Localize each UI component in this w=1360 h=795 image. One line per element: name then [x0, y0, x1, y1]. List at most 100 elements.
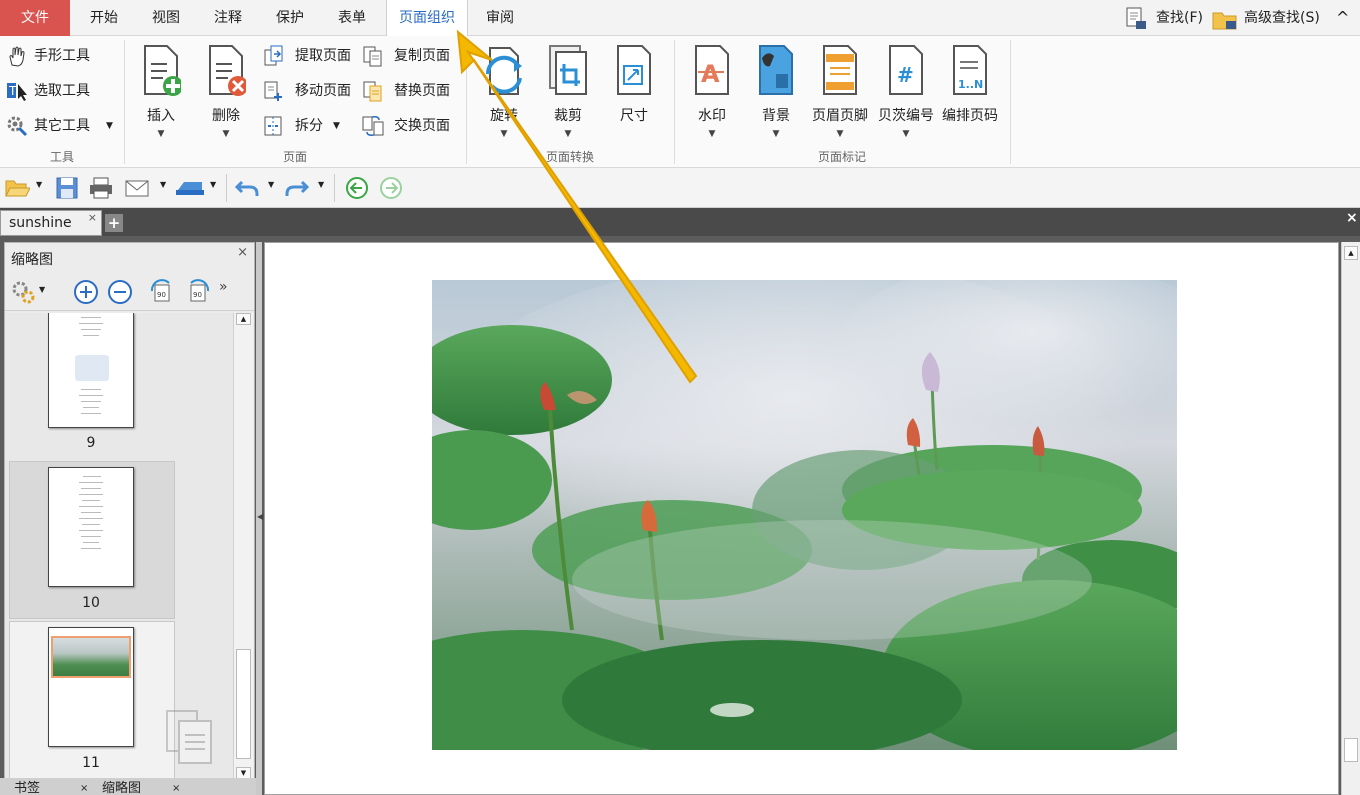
tab-comment[interactable]: 注释: [200, 0, 256, 36]
group-divider: [124, 40, 125, 164]
page-number-button[interactable]: 1..N 编排页码: [940, 44, 1000, 148]
page-number-icon-text: 1..N: [958, 78, 983, 91]
tab-review[interactable]: 审阅: [474, 0, 526, 36]
svg-text:A: A: [701, 60, 720, 88]
group-divider: [466, 40, 467, 164]
more-options-icon[interactable]: »: [219, 279, 228, 295]
delete-page-button[interactable]: 删除 ▼: [196, 44, 256, 148]
thumbnail-page-10[interactable]: [48, 467, 134, 587]
thumbnail-page-11[interactable]: [48, 627, 134, 747]
document-tab[interactable]: sunshine ×: [0, 210, 102, 236]
page-number-icon: 1..N: [953, 45, 987, 95]
delete-page-icon: [209, 45, 246, 96]
background-icon: [759, 45, 793, 95]
previous-view-icon[interactable]: [344, 176, 370, 200]
tab-protect[interactable]: 保护: [262, 0, 318, 36]
advanced-find-button[interactable]: 高级查找(S): [1244, 0, 1320, 36]
close-bookmarks-icon[interactable]: ×: [80, 778, 88, 795]
dropdown-arrow-icon[interactable]: ▼: [318, 180, 324, 189]
select-tool-label: 选取工具: [34, 83, 90, 99]
drag-copy-icon: [166, 710, 212, 764]
tab-file[interactable]: 文件: [0, 0, 70, 36]
find-button[interactable]: 查找(F): [1156, 0, 1203, 36]
scroll-thumb[interactable]: [236, 649, 251, 759]
close-panel-icon[interactable]: ×: [237, 245, 248, 260]
thumbnail-page-number: 11: [82, 755, 100, 771]
print-icon[interactable]: [88, 176, 114, 200]
bookmarks-tab[interactable]: 书签: [14, 778, 40, 795]
dropdown-arrow-icon[interactable]: ▼: [210, 180, 216, 189]
open-folder-icon[interactable]: [4, 176, 30, 200]
split-label: 拆分: [295, 118, 323, 134]
close-thumbnails-icon[interactable]: ×: [172, 778, 180, 795]
size-button[interactable]: 尺寸: [604, 44, 664, 148]
dropdown-arrow-icon: ▼: [106, 121, 113, 131]
background-button[interactable]: 背景 ▼: [746, 44, 806, 148]
mark-group-label: 页面标记: [817, 150, 866, 164]
panel-bottom-tabs: 书签 × 缩略图 ×: [0, 778, 260, 795]
close-document-icon[interactable]: ×: [1346, 210, 1360, 234]
tab-home[interactable]: 开始: [76, 0, 132, 36]
next-view-icon[interactable]: [378, 176, 404, 200]
page-group-label: 页面: [282, 150, 307, 164]
document-scrollbar[interactable]: ▲: [1341, 242, 1360, 795]
email-icon[interactable]: [124, 176, 150, 200]
scroll-thumb[interactable]: [1344, 738, 1358, 762]
rotate-right-icon[interactable]: 90: [185, 279, 211, 305]
transform-group-label: 页面转换: [545, 150, 594, 164]
panel-splitter[interactable]: ◀: [256, 242, 263, 795]
thumbnail-scrollbar[interactable]: ▲ ▼: [233, 313, 253, 779]
tools-group-label: 工具: [49, 150, 74, 164]
thumbnails-tab[interactable]: 缩略图: [102, 778, 141, 795]
watermark-button[interactable]: A 水印 ▼: [682, 44, 742, 148]
rotate-button[interactable]: 旋转 ▼: [474, 44, 534, 148]
extract-page-icon: [264, 45, 283, 66]
collapse-panel-icon[interactable]: ◀: [257, 512, 263, 521]
bates-number-button[interactable]: # 贝茨编号 ▼: [876, 44, 936, 148]
dropdown-arrow-icon[interactable]: ▼: [39, 285, 45, 294]
undo-icon[interactable]: [234, 176, 260, 200]
zoom-out-icon[interactable]: [107, 279, 133, 305]
page-number-label: 编排页码: [942, 108, 998, 124]
dropdown-arrow-icon: ▼: [902, 129, 910, 139]
dropdown-arrow-icon: ▼: [564, 129, 572, 139]
thumbnail-options-icon[interactable]: [11, 279, 37, 305]
replace-page-icon: [363, 81, 382, 102]
advanced-find-icon[interactable]: [1212, 7, 1240, 31]
watermark-icon: A: [695, 45, 729, 95]
dropdown-arrow-icon: ▼: [500, 129, 508, 139]
collapse-ribbon-button[interactable]: ^: [1336, 0, 1349, 36]
scan-icon[interactable]: [174, 176, 206, 200]
thumbnail-panel: 缩略图 × ▼ 90 90 » 9 10 11 ▲ ▼: [4, 242, 255, 795]
swap-page-label: 交换页面: [394, 118, 450, 134]
header-footer-button[interactable]: 页眉页脚 ▼: [810, 44, 870, 148]
dropdown-arrow-icon[interactable]: ▼: [160, 180, 166, 189]
save-icon[interactable]: [54, 176, 80, 200]
zoom-in-icon[interactable]: [73, 279, 99, 305]
bates-number-icon: #: [889, 45, 923, 95]
dropdown-arrow-icon[interactable]: ▼: [36, 180, 42, 189]
scroll-up-icon[interactable]: ▲: [236, 313, 251, 325]
tab-page-organize[interactable]: 页面组织: [386, 0, 468, 37]
document-tab-title: sunshine: [9, 215, 72, 231]
dropdown-arrow-icon: ▼: [157, 129, 165, 139]
find-icon[interactable]: [1126, 7, 1148, 31]
new-tab-button[interactable]: +: [105, 214, 123, 232]
tab-view[interactable]: 视图: [138, 0, 194, 36]
close-tab-icon[interactable]: ×: [88, 206, 97, 230]
tab-form[interactable]: 表单: [324, 0, 380, 36]
dropdown-arrow-icon: ▼: [772, 129, 780, 139]
toolbar-divider: [226, 174, 227, 202]
rotate-left-icon[interactable]: 90: [149, 279, 175, 305]
lotus-photo: [432, 280, 1177, 750]
crop-button[interactable]: 裁剪 ▼: [538, 44, 598, 148]
dropdown-arrow-icon[interactable]: ▼: [268, 180, 274, 189]
svg-text:T: T: [8, 84, 17, 98]
redo-icon[interactable]: [284, 176, 310, 200]
insert-page-button[interactable]: 插入 ▼: [131, 44, 191, 148]
scroll-up-icon[interactable]: ▲: [1344, 246, 1358, 260]
thumbnail-toolbar: ▼ 90 90 »: [5, 273, 254, 311]
dropdown-arrow-icon: ▼: [222, 129, 230, 139]
copy-page-label: 复制页面: [394, 48, 450, 64]
thumbnail-page-9[interactable]: [48, 313, 134, 428]
